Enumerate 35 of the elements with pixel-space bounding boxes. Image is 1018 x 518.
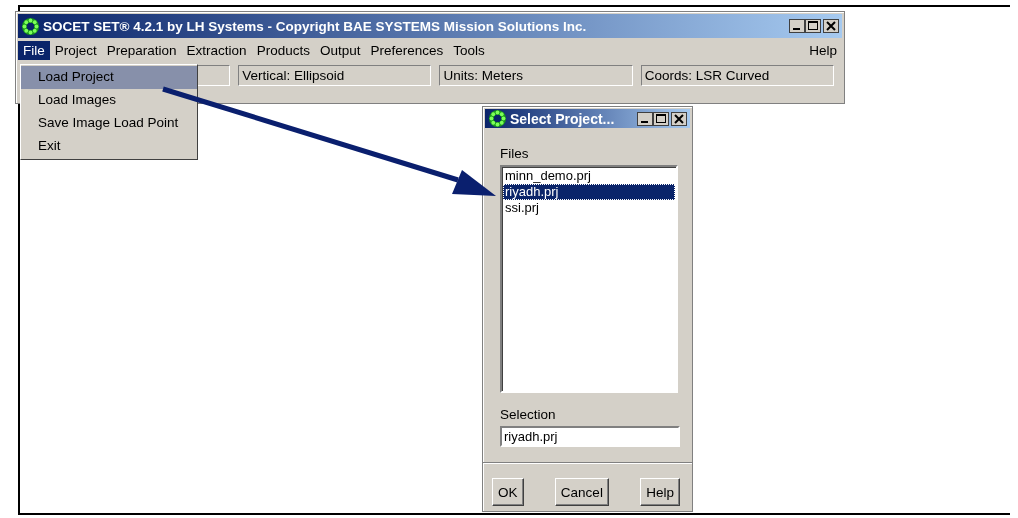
menu-item[interactable]: Preparation <box>101 40 182 60</box>
close-icon[interactable] <box>671 111 687 126</box>
window-title: Select Project... <box>510 110 616 127</box>
status-field: Vertical: Ellipsoid <box>238 65 432 86</box>
menu-item[interactable]: Extraction <box>181 40 252 60</box>
menu-item[interactable]: Help <box>804 40 842 60</box>
close-icon[interactable] <box>823 19 839 33</box>
minimize-icon[interactable] <box>637 111 653 126</box>
maximize-icon[interactable] <box>805 19 821 33</box>
menu-item[interactable]: Save Image Load Point <box>21 112 197 135</box>
ring-logo-icon <box>488 109 507 128</box>
maximize-icon[interactable] <box>653 111 669 126</box>
menu-item[interactable]: Output <box>314 40 366 60</box>
dialog-button[interactable]: OK <box>492 478 524 506</box>
files-label: Files <box>500 146 530 161</box>
list-item[interactable]: ssi.prj <box>503 200 675 216</box>
menu-item[interactable]: Project <box>49 40 102 60</box>
menu-item[interactable]: Load Project <box>21 66 197 89</box>
dialog-button[interactable]: Cancel <box>554 478 609 506</box>
minimize-icon[interactable] <box>789 19 805 33</box>
menu-item[interactable]: Tools <box>448 40 490 60</box>
menu-item[interactable]: File <box>18 40 50 60</box>
selection-label: Selection <box>500 407 557 422</box>
menu-item[interactable]: Products <box>251 40 315 60</box>
window-title: SOCET SET® 4.2.1 by LH Systems - Copyright BAE SYSTEMS Mission Solutions Inc. <box>43 18 588 34</box>
list-item[interactable]: minn_demo.prj <box>503 168 675 184</box>
input-field[interactable]: riyadh.prj <box>500 426 680 447</box>
status-field: Units: Meters <box>439 65 633 86</box>
menu-item[interactable]: Load Images <box>21 89 197 112</box>
status-field: Coords: LSR Curved <box>640 65 834 86</box>
dialog-button[interactable]: Help <box>640 478 680 506</box>
menu-item[interactable]: Preferences <box>365 40 449 60</box>
ring-logo-icon <box>21 16 40 36</box>
menu-item[interactable]: Exit <box>21 135 197 158</box>
list-item[interactable]: riyadh.prj <box>503 184 675 200</box>
